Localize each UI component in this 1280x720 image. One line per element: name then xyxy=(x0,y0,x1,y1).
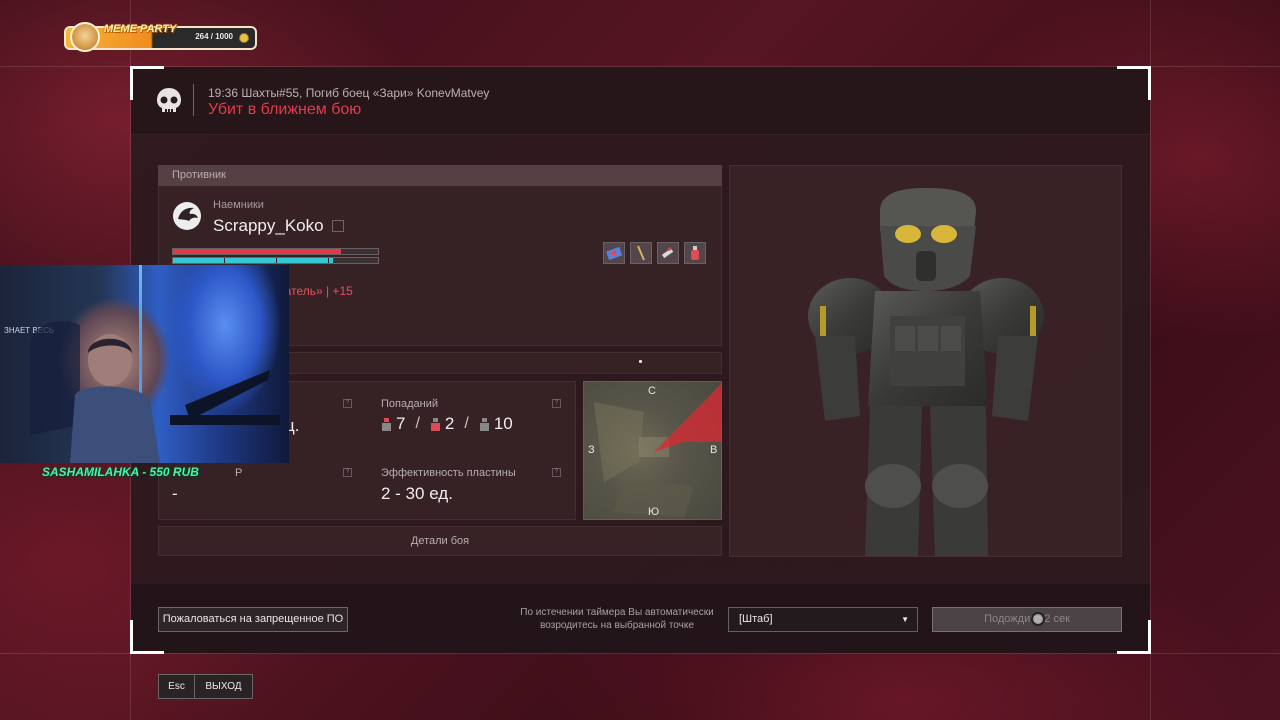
bg-grid-line xyxy=(1150,0,1151,720)
armored-soldier-figure xyxy=(808,188,1044,556)
bg-grid-line xyxy=(0,653,1280,654)
head-hit-icon xyxy=(382,417,391,431)
enemy-character-view xyxy=(729,165,1122,557)
kill-type: Убит в ближнем бою xyxy=(208,101,362,118)
left-bottom-stat-value: - xyxy=(172,484,178,503)
info-icon[interactable]: ? xyxy=(343,468,352,477)
plate-efficiency-label: Эффективность пластины xyxy=(381,467,516,479)
respawn-wait-button: Подождите 2 сек xyxy=(932,607,1122,632)
mercenaries-logo-icon xyxy=(173,202,201,230)
header-divider xyxy=(193,84,194,116)
bounty-text: ратель» | +15 xyxy=(278,284,353,298)
medkit-icon[interactable] xyxy=(603,242,625,264)
knife-icon[interactable] xyxy=(630,242,652,264)
armor-segment-divider xyxy=(328,258,329,263)
plate-efficiency-value: 2 - 30 ед. xyxy=(381,484,453,503)
corner-bracket xyxy=(130,66,164,100)
row-dot xyxy=(639,360,642,363)
info-icon[interactable]: ? xyxy=(552,399,561,408)
enemy-faction: Наемники xyxy=(213,199,264,211)
enemy-armor-bar xyxy=(172,257,379,264)
compass-west: З xyxy=(588,444,595,456)
hits-legs-value: 10 xyxy=(493,414,513,433)
bottle-icon[interactable] xyxy=(684,242,706,264)
corner-bracket xyxy=(1117,66,1151,100)
battle-details-button[interactable]: Детали боя xyxy=(158,526,722,556)
left-bottom-stat-label: Р xyxy=(235,467,243,479)
esc-key-hint[interactable]: Esc xyxy=(158,674,195,699)
hits-separator: / xyxy=(415,415,420,432)
corner-bracket xyxy=(130,620,164,654)
info-icon[interactable]: ? xyxy=(552,468,561,477)
spawn-point-select[interactable]: [Штаб] ▼ xyxy=(728,607,918,632)
badge-count: 264 / 1000 xyxy=(195,32,233,41)
compass-south: Ю xyxy=(648,506,660,518)
exit-control[interactable]: Esc ВЫХОД xyxy=(158,674,253,699)
copy-name-icon[interactable] xyxy=(332,220,344,232)
streamer-webcam: ЗНАЕТ ВЕСЬ xyxy=(0,265,289,463)
corner-bracket xyxy=(1117,620,1151,654)
exit-button[interactable]: ВЫХОД xyxy=(195,674,253,699)
badge-title: MEME PARTY xyxy=(104,23,177,35)
hits-separator: / xyxy=(464,415,469,432)
armor-segment-divider xyxy=(276,258,277,263)
hits-torso-value: 2 xyxy=(444,414,455,433)
doge-icon xyxy=(70,22,100,52)
hits-breakdown: 7 / 2 / 10 xyxy=(381,414,513,434)
donation-alert: SASHAMILAHKA - 550 RUB xyxy=(42,465,199,479)
death-minimap: С Ю З В xyxy=(583,381,722,520)
streamer-figure xyxy=(30,321,280,463)
chevron-down-icon: ▼ xyxy=(901,615,909,624)
minimap-terrain xyxy=(594,384,721,517)
armor-fill xyxy=(173,258,333,263)
enemy-name: Scrappy_Koko xyxy=(213,216,324,235)
death-event-line: 19:36 Шахты#55, Погиб боец «Зари» KonevM… xyxy=(208,86,490,100)
armor-segment-divider xyxy=(224,258,225,263)
hits-label: Попаданий xyxy=(381,398,438,410)
legs-hit-icon xyxy=(479,417,489,431)
torso-hit-icon xyxy=(430,417,440,431)
respawn-note: По истечении таймера Вы автоматически во… xyxy=(520,607,714,631)
hits-head-value: 7 xyxy=(396,414,406,433)
report-cheat-button[interactable]: Пожаловаться на запрещенное ПО xyxy=(158,607,348,632)
syringe-icon[interactable] xyxy=(657,242,679,264)
health-fill xyxy=(173,249,342,254)
meme-party-badge: MEME PARTY 264 / 1000 xyxy=(64,22,257,52)
enemy-health-bar xyxy=(172,248,379,255)
info-icon[interactable]: ? xyxy=(343,399,352,408)
enemy-section-title: Противник xyxy=(172,169,226,181)
coin-icon xyxy=(239,33,249,43)
compass-north: С xyxy=(648,385,656,397)
spawn-point-value: [Штаб] xyxy=(739,613,773,625)
mouse-cursor-icon xyxy=(1031,612,1045,626)
enemy-section-header: Противник xyxy=(158,165,722,186)
compass-east: В xyxy=(710,444,718,456)
